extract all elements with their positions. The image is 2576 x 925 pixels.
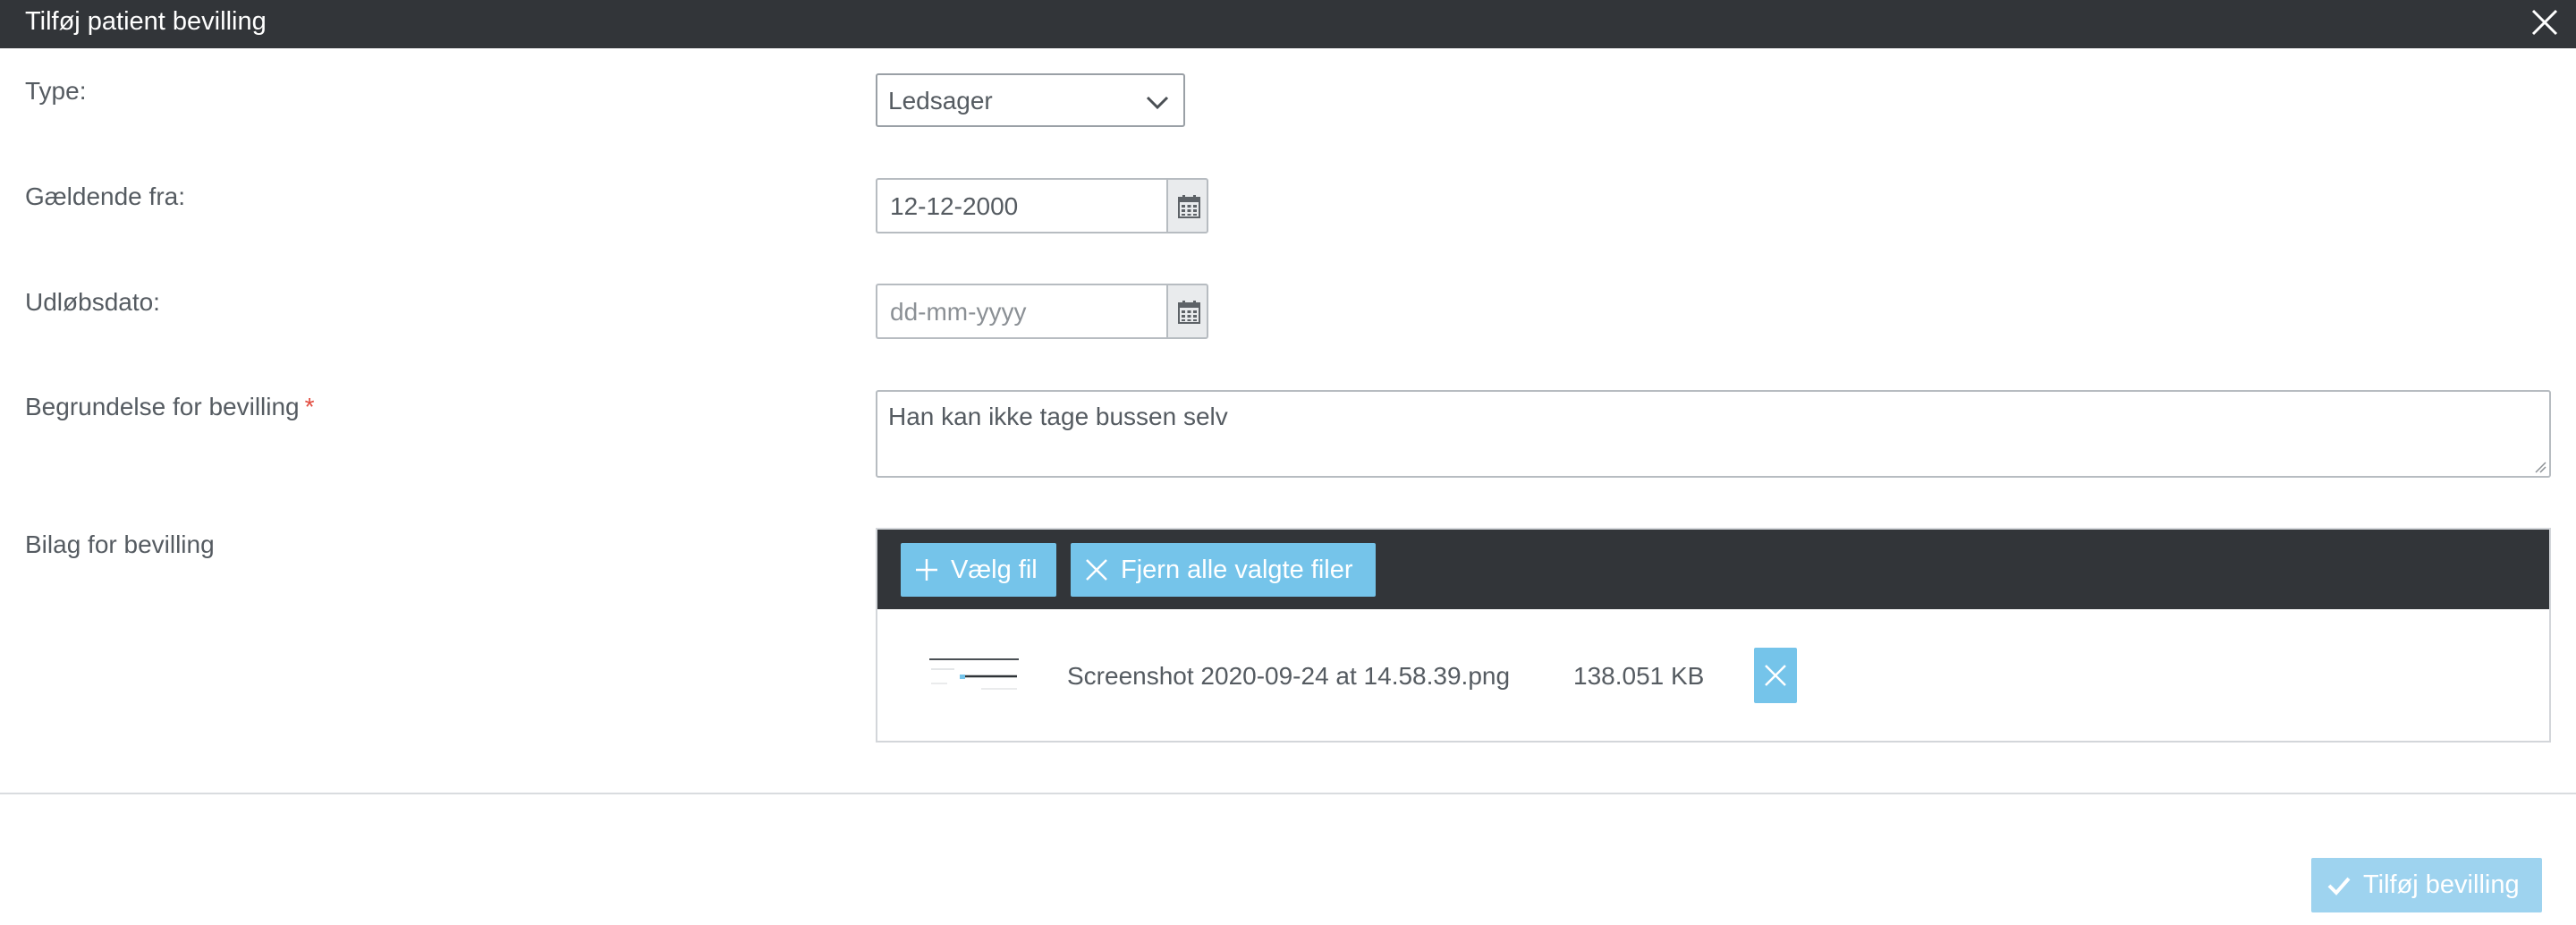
file-name: Screenshot 2020-09-24 at 14.58.39.png bbox=[1067, 662, 1511, 690]
type-select-value: Ledsager bbox=[888, 87, 993, 115]
upload-toolbar: Vælg fil Fjern alle valgte filer bbox=[877, 530, 2549, 609]
dialog-title: Tilføj patient bevilling bbox=[25, 7, 267, 36]
valid-from-value: 12-12-2000 bbox=[890, 192, 1019, 220]
expiry-label: Udløbsdato: bbox=[25, 288, 160, 316]
reason-label-text: Begrundelse for bevilling bbox=[25, 393, 300, 420]
reason-textarea[interactable]: Han kan ikke tage bussen selv bbox=[876, 390, 2551, 478]
file-upload: Vælg fil Fjern alle valgte filer Screens… bbox=[876, 528, 2551, 743]
close-icon bbox=[1086, 559, 1107, 581]
calendar-icon bbox=[1178, 301, 1200, 324]
submit-button[interactable]: Tilføj bevilling bbox=[2311, 858, 2542, 912]
file-thumbnail bbox=[928, 657, 1021, 698]
plus-icon bbox=[916, 559, 937, 581]
expiry-datepicker: dd-mm-yyyy bbox=[876, 284, 1208, 339]
chevron-down-icon bbox=[1146, 96, 1169, 110]
calendar-icon bbox=[1178, 195, 1200, 218]
reason-label: Begrundelse for bevilling * bbox=[25, 391, 315, 423]
expiry-input[interactable]: dd-mm-yyyy bbox=[876, 284, 1166, 339]
valid-from-input[interactable]: 12-12-2000 bbox=[876, 178, 1166, 233]
valid-from-label: Gældende fra: bbox=[25, 182, 185, 210]
checkmark-icon bbox=[2327, 877, 2351, 895]
submit-button-label: Tilføj bevilling bbox=[2363, 870, 2520, 899]
remove-file-button[interactable] bbox=[1754, 648, 1797, 703]
required-mark: * bbox=[304, 393, 315, 420]
attachments-label: Bilag for bevilling bbox=[25, 530, 215, 558]
dialog-titlebar: Tilføj patient bevilling bbox=[0, 0, 2576, 48]
close-button[interactable] bbox=[2526, 4, 2563, 41]
footer-divider bbox=[0, 793, 2576, 794]
valid-from-calendar-button[interactable] bbox=[1166, 178, 1208, 233]
reason-value: Han kan ikke tage bussen selv bbox=[888, 403, 1228, 430]
type-label: Type: bbox=[25, 77, 87, 105]
file-size: 138.051 KB bbox=[1573, 662, 1705, 690]
remove-all-files-label: Fjern alle valgte filer bbox=[1121, 556, 1353, 584]
remove-all-files-button[interactable]: Fjern alle valgte filer bbox=[1071, 543, 1376, 597]
choose-file-button[interactable]: Vælg fil bbox=[901, 543, 1056, 597]
valid-from-datepicker: 12-12-2000 bbox=[876, 178, 1208, 233]
resize-handle-icon[interactable] bbox=[2534, 461, 2546, 473]
close-icon bbox=[1765, 665, 1786, 686]
expiry-calendar-button[interactable] bbox=[1166, 284, 1208, 339]
type-select[interactable]: Ledsager bbox=[876, 73, 1185, 127]
choose-file-label: Vælg fil bbox=[951, 556, 1038, 584]
close-icon bbox=[2531, 9, 2558, 36]
expiry-placeholder: dd-mm-yyyy bbox=[890, 298, 1027, 326]
